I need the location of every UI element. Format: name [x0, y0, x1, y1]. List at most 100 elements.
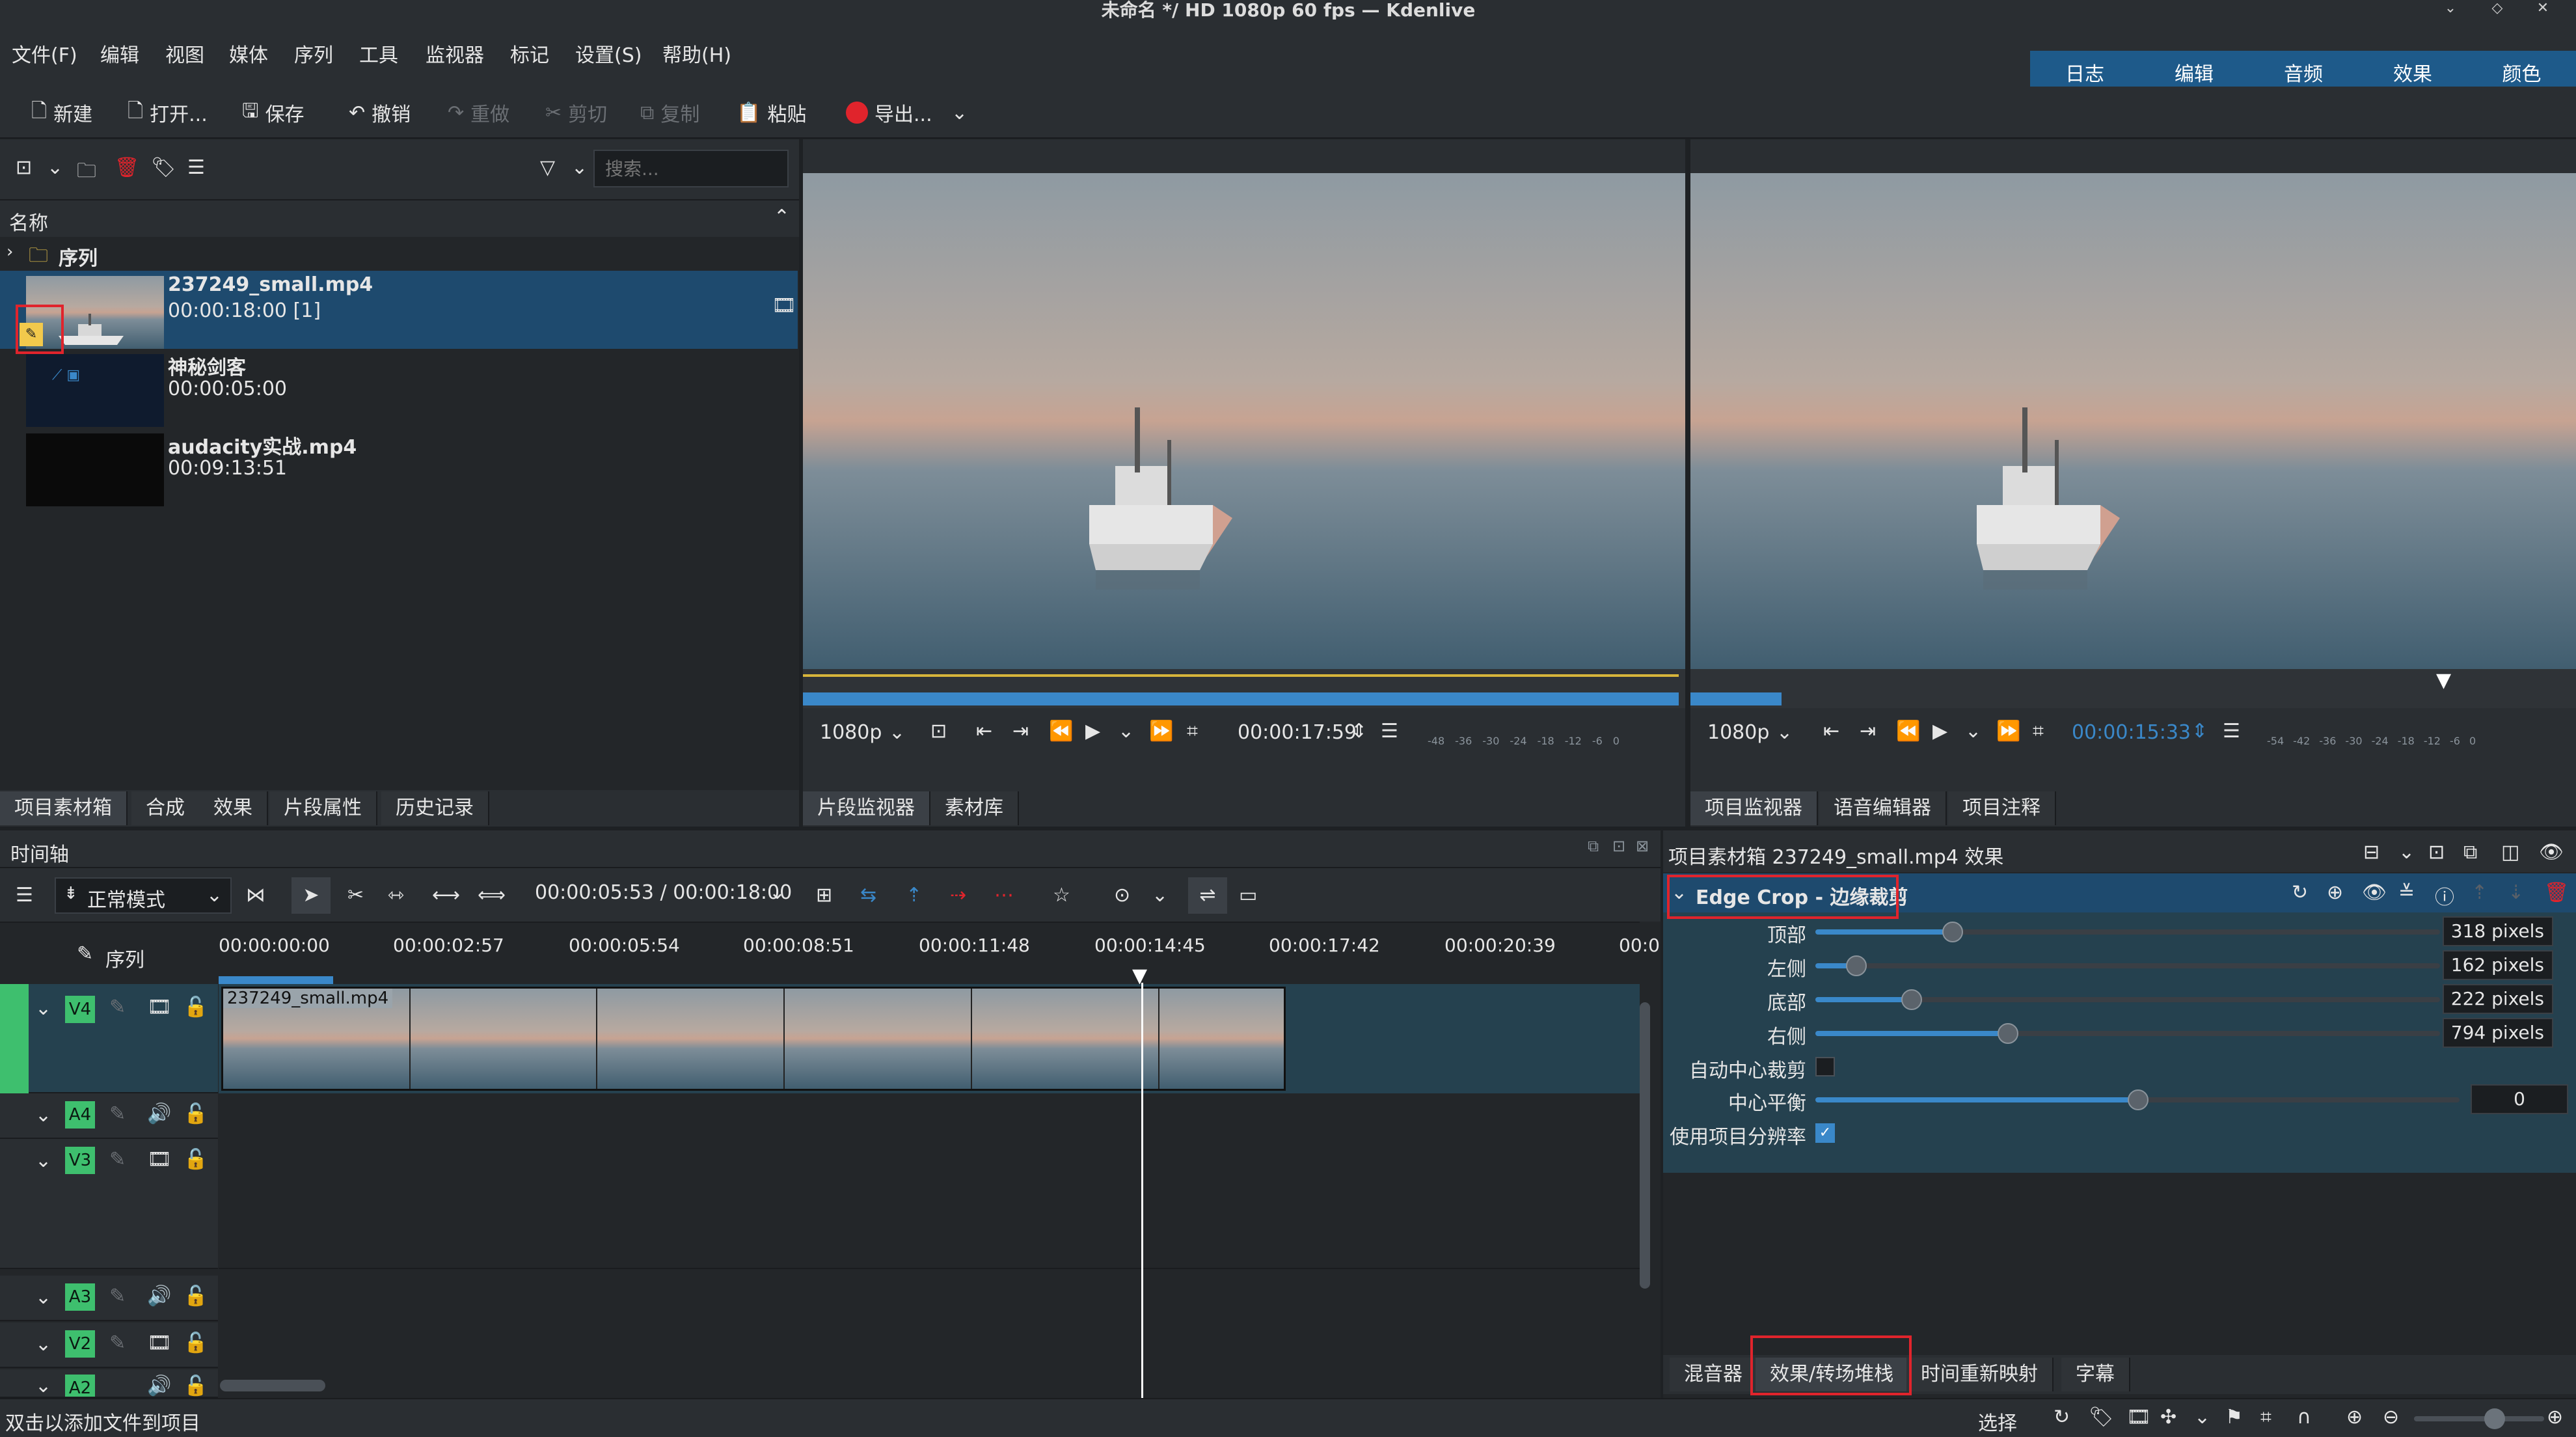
play-icon[interactable]: ▶ [1932, 720, 1947, 743]
film-icon[interactable]: 🎞 [147, 1148, 172, 1171]
zoom-icon[interactable]: ⊕ [2327, 881, 2343, 904]
vertical-scrollbar[interactable] [1640, 1002, 1650, 1289]
lift-icon[interactable]: ⇡ [906, 884, 922, 907]
zoom-slider[interactable] [2414, 1408, 2544, 1429]
save-stack-icon[interactable]: ⧉ [2463, 841, 2477, 864]
param-top[interactable]: 顶部 318 pixels [1663, 915, 2561, 949]
effect-icon[interactable]: ✎ [109, 1148, 126, 1171]
rewind-icon[interactable]: ⏪ [1049, 720, 1073, 743]
param-value[interactable]: 318 pixels [2443, 916, 2553, 946]
lock-icon[interactable]: 🔓 [183, 1332, 208, 1354]
chevron-down-icon[interactable]: ⌄ [769, 881, 785, 904]
project-monitor-video[interactable] [1690, 173, 2576, 669]
param-slider[interactable] [1815, 955, 2440, 976]
horizontal-scrollbar[interactable] [220, 1380, 325, 1391]
chevron-down-icon[interactable]: ⌄ [1776, 721, 1793, 744]
speaker-icon[interactable]: 🔊 [147, 1375, 171, 1397]
keyframe-icon[interactable]: ≚ [2398, 881, 2415, 904]
track-header-v4[interactable]: ⌄ V4 ✎ 🎞 🔓 [0, 984, 218, 1093]
chevron-down-icon[interactable]: ⌄ [2194, 1406, 2210, 1429]
speaker-icon[interactable]: 🔊 [147, 1285, 171, 1307]
clip-timecode[interactable]: 00:00:17:59 [1238, 721, 1357, 744]
set-in-icon[interactable]: ⇤ [1823, 720, 1839, 743]
edit-mode-select[interactable]: ⇟ 正常模式 ⌄ [55, 877, 232, 914]
export-dropdown[interactable]: ⌄ [951, 96, 968, 130]
slider-knob[interactable] [1998, 1023, 2018, 1044]
razor-tool-icon[interactable]: ✂ [347, 884, 364, 907]
filter-icon[interactable]: ▽ [540, 156, 555, 179]
param-slider[interactable] [1815, 1023, 2440, 1044]
chevron-down-icon[interactable]: ⌄ [1118, 720, 1134, 743]
menu-help[interactable]: 帮助(H) [662, 39, 731, 68]
chevron-down-icon[interactable]: ⌄ [35, 1149, 51, 1172]
checkmark-icon[interactable]: ✓ [1815, 1123, 1835, 1143]
track-name[interactable]: A4 [65, 1101, 95, 1129]
maximize-icon[interactable]: ◇ [2483, 0, 2512, 18]
track-header-a4[interactable]: ⌄ A4 ✎ 🔊 🔓 [0, 1093, 218, 1139]
clip-monitor-ruler[interactable] [803, 669, 1685, 708]
close-icon[interactable]: ✕ [2529, 0, 2557, 18]
spin-icon[interactable]: ⇕ [1351, 720, 1367, 743]
set-in-icon[interactable]: ⇤ [976, 720, 992, 743]
track-name[interactable]: A2 [65, 1375, 95, 1397]
tag-icon[interactable]: 🏷 [2089, 1406, 2113, 1429]
dock-detach-icon[interactable]: ⊡ [1612, 837, 1625, 855]
menu-markers[interactable]: 标记 [510, 39, 549, 68]
slider-knob[interactable] [2128, 1089, 2149, 1110]
param-right[interactable]: 右侧 794 pixels [1663, 1017, 2561, 1050]
remove-space-icon[interactable]: ⋯ [994, 884, 1014, 907]
tab-project-bin[interactable]: 项目素材箱 [0, 791, 128, 825]
param-slider[interactable] [1815, 1089, 2460, 1110]
slider-knob[interactable] [1846, 955, 1867, 976]
crop-icon[interactable]: ⌗ [2033, 720, 2044, 743]
param-bottom[interactable]: 底部 222 pixels [1663, 983, 2561, 1017]
dock-float-icon[interactable]: ⧉ [1588, 837, 1599, 855]
menu-icon[interactable]: ☰ [16, 884, 33, 907]
tab-clip-properties[interactable]: 片段属性 [269, 791, 377, 825]
forward-icon[interactable]: ⏩ [1149, 720, 1173, 743]
playhead-marker-icon[interactable]: ▼ [2436, 669, 2451, 692]
cut-button[interactable]: ✂ 剪切 [545, 96, 607, 130]
redo-button[interactable]: ↷ 重做 [448, 96, 509, 130]
track-header-a2[interactable]: ⌄ A2 🔊 🔓 [0, 1369, 218, 1398]
timeline-position[interactable]: 00:00:05:53 / 00:00:18:00 [535, 881, 792, 904]
undo-button[interactable]: ↶ 撤销 [349, 96, 411, 130]
bin-column-header[interactable]: 名称 ⌃ [0, 199, 799, 237]
zoom-slider-knob[interactable] [2484, 1408, 2505, 1429]
new-button[interactable]: 🗋 新建 [31, 96, 92, 130]
clip-resolution[interactable]: 1080p [820, 721, 882, 744]
move-down-icon[interactable]: ⇣ [2508, 881, 2524, 904]
chevron-down-icon[interactable]: ⌄ [889, 721, 905, 744]
chevron-down-icon[interactable]: ⌄ [1152, 884, 1168, 907]
param-slider[interactable] [1815, 989, 2440, 1010]
menu-monitor[interactable]: 监视器 [426, 39, 484, 68]
zone-icon[interactable]: ⊡ [930, 720, 947, 743]
track-name[interactable]: V3 [65, 1147, 95, 1174]
zoom-out-icon[interactable]: ⊖ [2383, 1406, 2399, 1429]
bin-clip-row[interactable]: ✎ 237249_small.mp4 00:00:18:00 [1] 🎞 [0, 271, 798, 349]
split-view-icon[interactable]: ⊡ [2428, 841, 2445, 864]
ripple-tool-icon[interactable]: ⟷ [432, 884, 460, 907]
tab-time-remap[interactable]: 时间重新映射 [1906, 1358, 2054, 1391]
compare-icon[interactable]: ⊟ [2363, 841, 2379, 864]
menu-sequence[interactable]: 序列 [294, 39, 333, 68]
menu-icon[interactable]: ☰ [187, 156, 205, 179]
delete-icon[interactable]: 🗑 [2544, 881, 2569, 904]
chevron-down-icon[interactable]: ⌄ [35, 997, 51, 1020]
menu-edit[interactable]: 编辑 [100, 39, 139, 68]
move-icon[interactable]: ✣ [2160, 1406, 2176, 1429]
film-icon[interactable]: 🎞 [2126, 1406, 2151, 1429]
effect-icon[interactable]: ✎ [109, 996, 126, 1019]
chevron-down-icon[interactable]: ⌄ [2398, 841, 2415, 864]
spin-icon[interactable]: ⇕ [2191, 720, 2208, 743]
insert-icon[interactable]: ⊞ [816, 884, 832, 907]
zoom-in-icon[interactable]: ⊕ [2547, 1406, 2563, 1429]
timeline-ruler[interactable]: ✎ 序列 00:00:00:00 00:00:02:57 00:00:05:54… [0, 922, 1660, 987]
chevron-right-icon[interactable]: › [7, 242, 13, 262]
lock-icon[interactable]: 🔓 [183, 1102, 208, 1125]
set-out-icon[interactable]: ⇥ [1860, 720, 1876, 743]
project-timecode[interactable]: 00:00:15:33 [2072, 721, 2191, 744]
tab-library[interactable]: 素材库 [930, 791, 1019, 825]
chevron-down-icon[interactable]: ⌄ [1965, 720, 1981, 743]
snap-icon[interactable]: ∩ [2297, 1406, 2311, 1429]
